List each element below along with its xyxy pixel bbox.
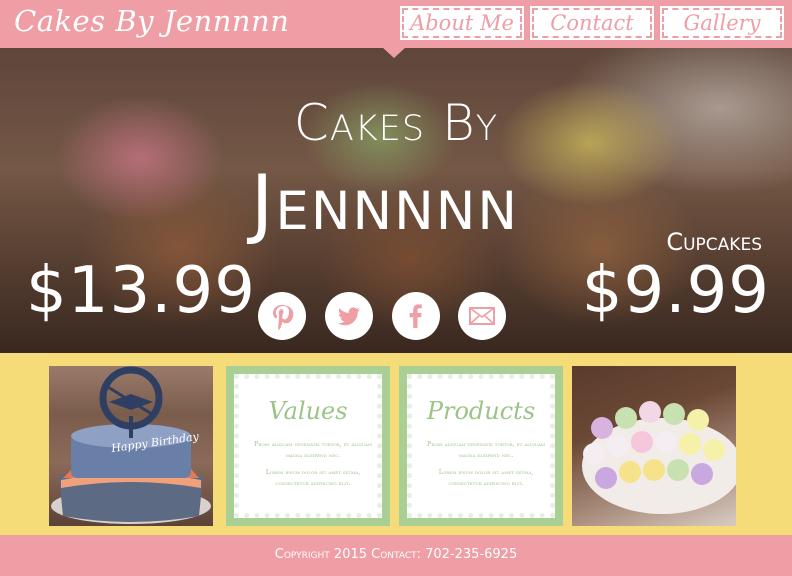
birthday-cake-photo[interactable]: Happy Birthday (49, 366, 213, 526)
site-logo[interactable]: Cakes By Jennnnn (14, 4, 289, 38)
nav-gallery-button[interactable]: Gallery (660, 6, 784, 40)
price-right: $9.99 (581, 254, 770, 328)
email-icon (469, 307, 495, 325)
footer: Copyright 2015 Contact: 702-235-6925 (0, 535, 792, 576)
products-card-inner: Products Proin aliquam venenatis tortor,… (407, 374, 555, 518)
values-card: Values Proin aliquam venenatis tortor, e… (226, 366, 390, 526)
price-left: $13.99 (26, 254, 256, 328)
nav-about-me-button[interactable]: About Me (400, 6, 524, 40)
footer-text: Copyright 2015 Contact: 702-235-6925 (274, 547, 518, 562)
values-text: Proin aliquam venenatis tortor, et aliqu… (249, 439, 377, 495)
hero-banner: Cakes By Jennnnn $13.99 Cupcakes $9.99 (0, 48, 792, 353)
products-title: Products (426, 397, 536, 425)
top-nav: Cakes By Jennnnn About Me Contact Galler… (0, 0, 792, 48)
pinterest-icon (273, 305, 294, 330)
values-text-2: Lorem ipsum dolor sit amet setma, consec… (265, 468, 361, 487)
hero-title-line2: Jennnnn (250, 158, 520, 247)
twitter-icon (338, 307, 360, 326)
facebook-icon (409, 304, 422, 328)
values-card-inner: Values Proin aliquam venenatis tortor, e… (234, 374, 382, 518)
products-card: Products Proin aliquam venenatis tortor,… (399, 366, 563, 526)
values-title: Values (268, 397, 348, 425)
products-text-2: Lorem ipsum dolor sit amet setma, consec… (438, 468, 534, 487)
products-text-1: Proin aliquam venenatis tortor, et aliqu… (427, 440, 545, 459)
easter-cupcakes-image (582, 401, 736, 514)
nav-pointer (382, 47, 406, 58)
hero-title-line1: Cakes By (293, 94, 499, 152)
cupcakes-label: Cupcakes (666, 228, 762, 256)
twitter-button[interactable] (325, 292, 373, 340)
email-button[interactable] (458, 292, 506, 340)
facebook-button[interactable] (392, 292, 440, 340)
cupcakes-photo[interactable] (572, 366, 736, 526)
values-text-1: Proin aliquam venenatis tortor, et aliqu… (254, 440, 372, 459)
products-text: Proin aliquam venenatis tortor, et aliqu… (422, 439, 550, 495)
pinterest-button[interactable] (258, 292, 306, 340)
nav-contact-button[interactable]: Contact (530, 6, 654, 40)
